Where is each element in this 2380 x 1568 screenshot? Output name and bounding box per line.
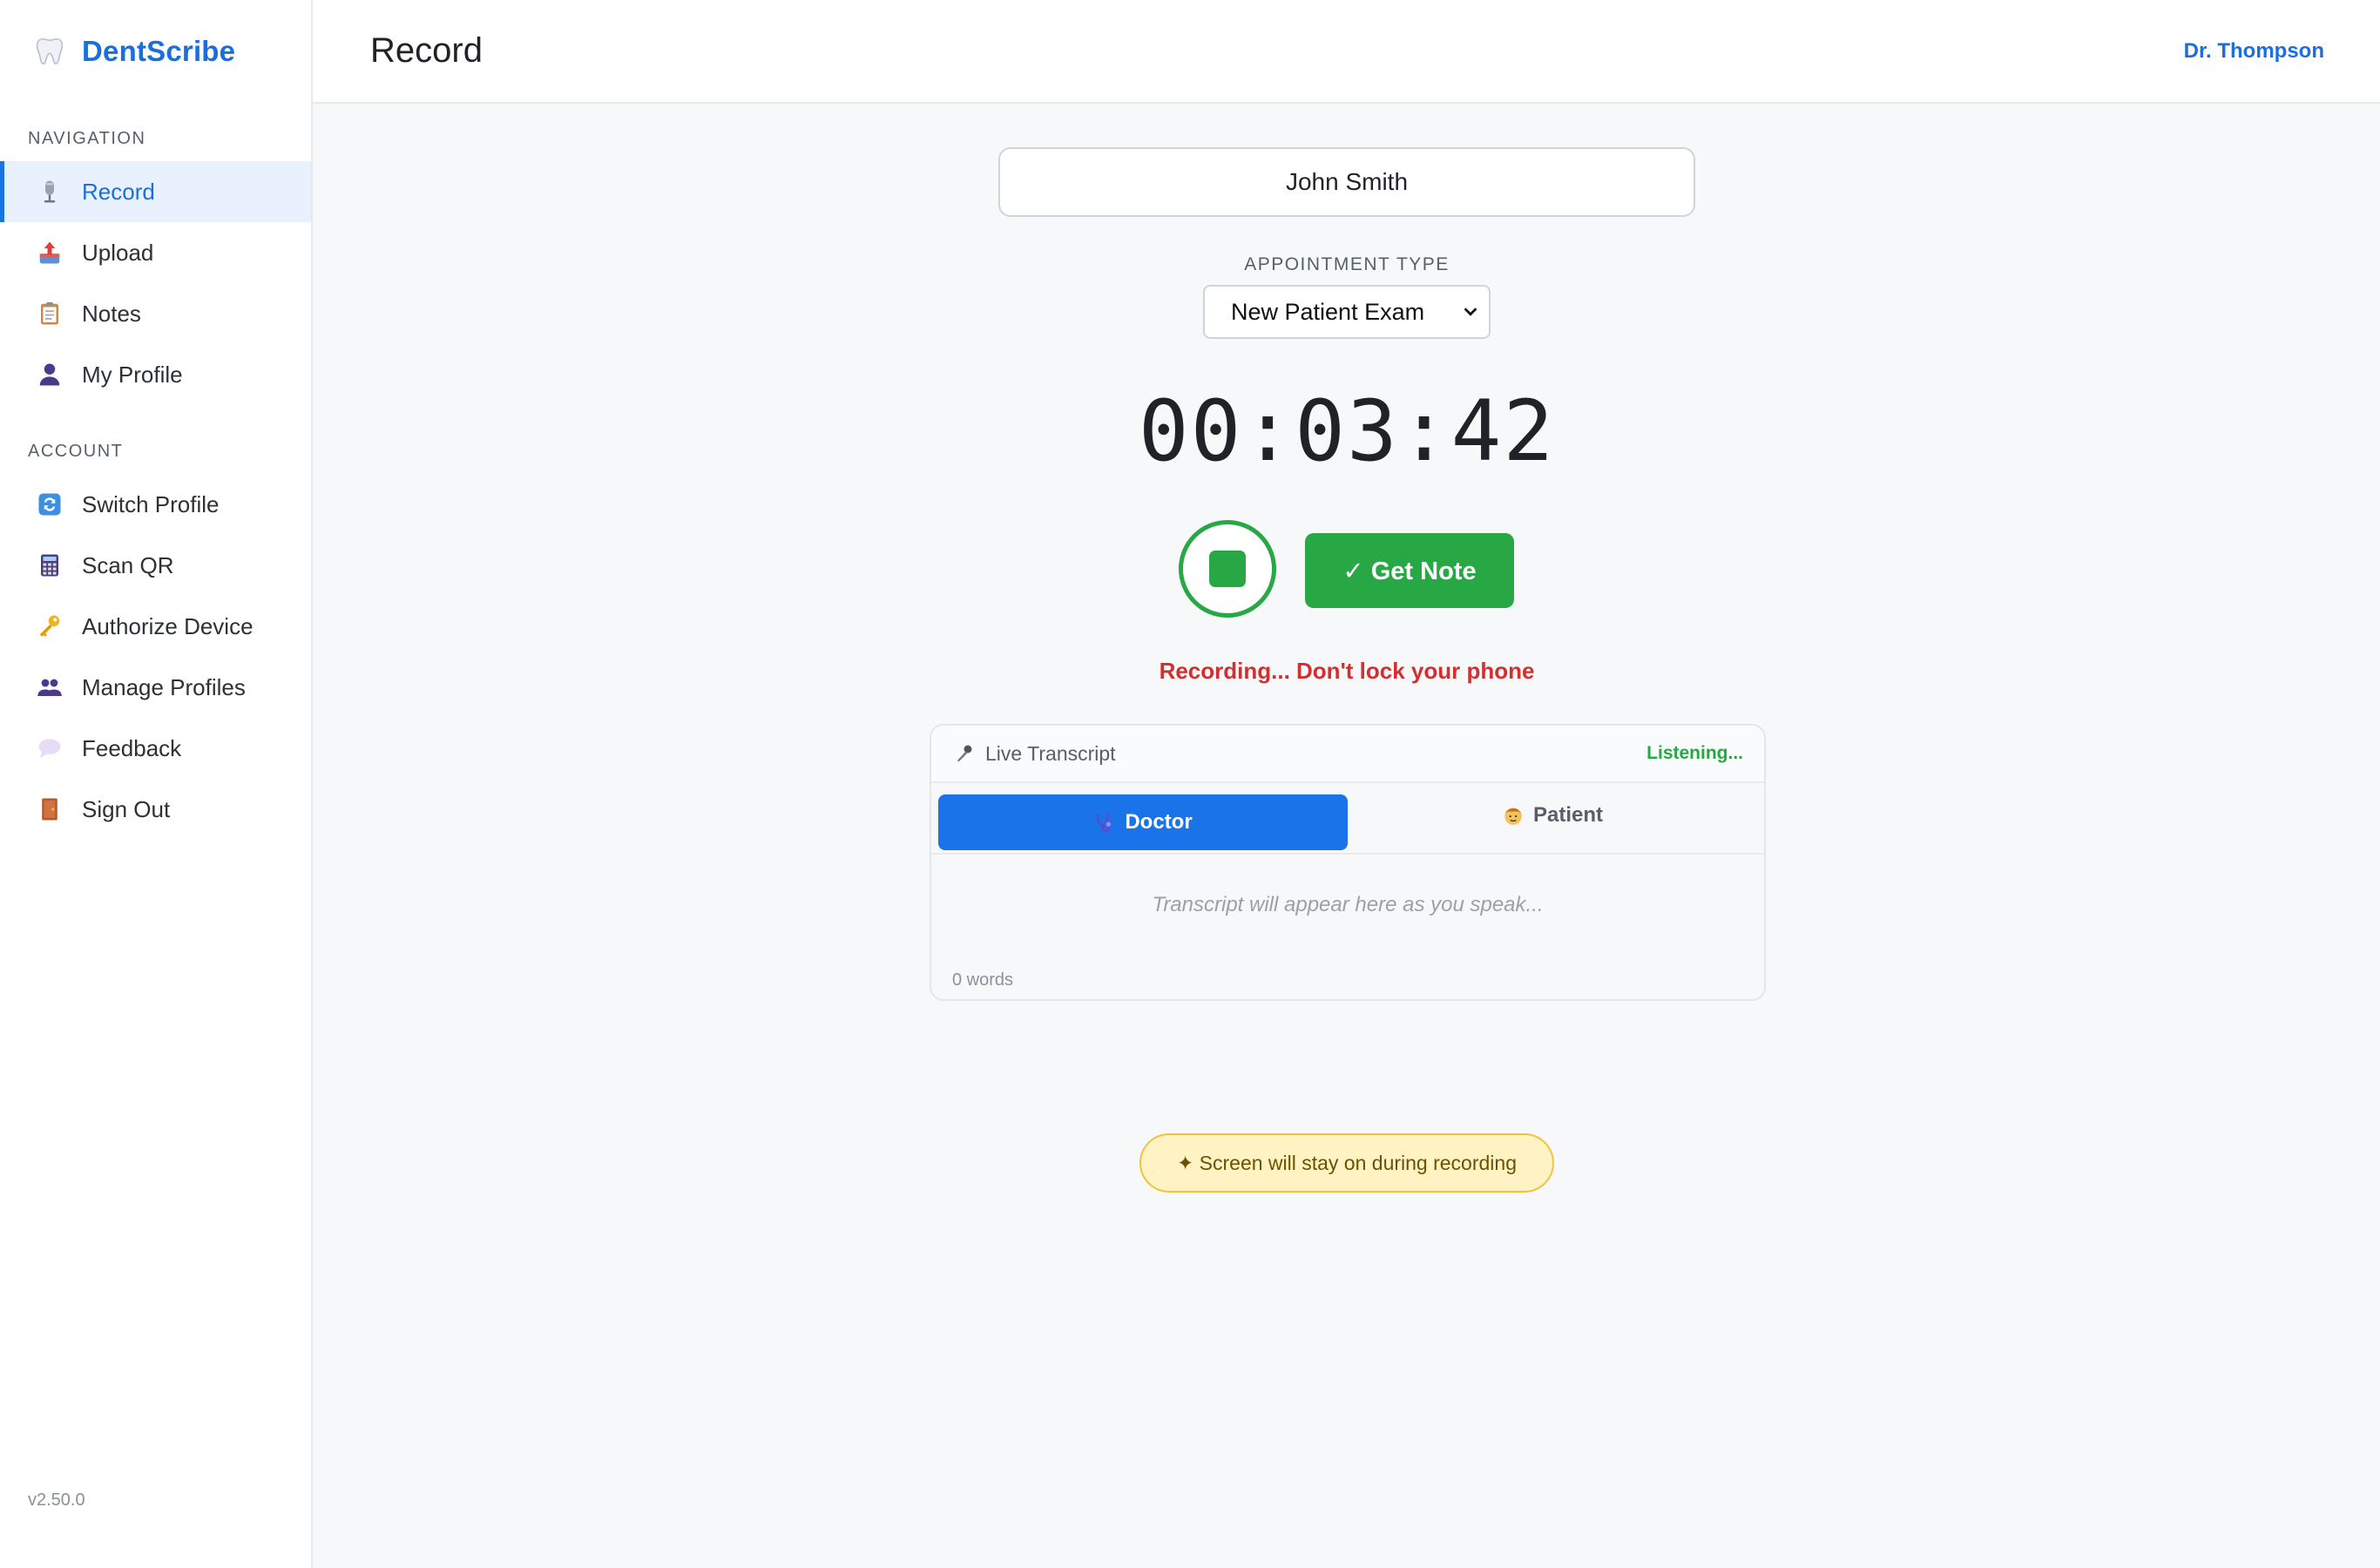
sidebar-item-label: Feedback xyxy=(82,734,182,761)
sidebar: DentScribe NAVIGATION Record Upload Note… xyxy=(0,0,313,1568)
recording-timer: 00:03:42 xyxy=(1138,382,1556,480)
calculator-icon xyxy=(41,554,58,577)
live-transcript-panel: Live Transcript Listening... Doctor Pati… xyxy=(930,724,1766,1001)
record-panel: APPOINTMENT TYPE New Patient Exam 00:03:… xyxy=(313,104,2380,1568)
stop-recording-button[interactable] xyxy=(1179,520,1276,618)
sidebar-item-sign-out[interactable]: Sign Out xyxy=(0,779,311,840)
sidebar-item-switch-profile[interactable]: Switch Profile xyxy=(0,474,311,535)
upload-icon xyxy=(39,241,60,264)
sidebar-item-manage-profiles[interactable]: Manage Profiles xyxy=(0,657,311,718)
get-note-button[interactable]: ✓ Get Note xyxy=(1305,533,1514,608)
section-label-navigation: NAVIGATION xyxy=(28,129,146,148)
microphone-icon xyxy=(44,180,56,203)
sidebar-item-label: Record xyxy=(82,178,155,205)
top-bar: Record Dr. Thompson xyxy=(313,0,2380,104)
sidebar-item-upload[interactable]: Upload xyxy=(0,222,311,283)
door-icon xyxy=(42,798,57,821)
sidebar-item-label: Switch Profile xyxy=(82,490,220,517)
clipboard-icon xyxy=(41,301,58,325)
main-area: Record Dr. Thompson APPOINTMENT TYPE New… xyxy=(313,0,2380,1568)
tooth-icon xyxy=(36,37,64,65)
brand[interactable]: DentScribe xyxy=(0,0,311,103)
sidebar-item-label: Notes xyxy=(82,300,141,327)
person-icon xyxy=(39,363,60,386)
transcript-title: Live Transcript xyxy=(954,742,1116,766)
transcript-header: Live Transcript Listening... xyxy=(931,726,1764,783)
appointment-type-value: New Patient Exam xyxy=(1231,298,1425,325)
page-title: Record xyxy=(370,31,483,70)
stethoscope-icon xyxy=(1097,814,1112,833)
speaker-patient-label: Patient xyxy=(1532,803,1603,827)
sidebar-item-label: My Profile xyxy=(82,361,183,388)
brand-name: DentScribe xyxy=(82,35,236,67)
chevron-down-icon xyxy=(1464,308,1477,316)
speaker-doctor-label: Doctor xyxy=(1125,810,1193,834)
recording-status: Recording... Don't lock your phone xyxy=(1159,658,1535,684)
user-name-link[interactable]: Dr. Thompson xyxy=(2184,39,2324,64)
transcript-body: Transcript will appear here as you speak… xyxy=(1152,892,1544,916)
microphone-icon xyxy=(957,745,972,762)
people-icon xyxy=(37,679,62,696)
appointment-type-label: APPOINTMENT TYPE xyxy=(1244,254,1450,274)
sidebar-item-my-profile[interactable]: My Profile xyxy=(0,344,311,405)
sidebar-item-label: Sign Out xyxy=(82,795,171,822)
speaker-patient-button[interactable]: Patient xyxy=(1348,787,1757,843)
listening-status: Listening... xyxy=(1646,743,1743,763)
screen-wake-notice: ✦ Screen will stay on during recording xyxy=(1139,1133,1554,1193)
patient-name-input[interactable] xyxy=(998,147,1695,217)
sidebar-item-label: Upload xyxy=(82,239,154,266)
key-icon xyxy=(39,615,60,637)
sidebar-item-feedback[interactable]: Feedback xyxy=(0,718,311,779)
switch-icon xyxy=(38,493,61,516)
appointment-type-select[interactable]: New Patient Exam xyxy=(1203,285,1491,339)
person-face-icon xyxy=(1504,808,1522,825)
sidebar-item-label: Authorize Device xyxy=(82,612,254,639)
transcript-title-text: Live Transcript xyxy=(985,741,1116,765)
speaker-doctor-button[interactable]: Doctor xyxy=(938,794,1348,850)
sidebar-item-label: Scan QR xyxy=(82,551,174,578)
sidebar-item-scan-qr[interactable]: Scan QR xyxy=(0,535,311,596)
sidebar-item-notes[interactable]: Notes xyxy=(0,283,311,344)
sidebar-item-authorize-device[interactable]: Authorize Device xyxy=(0,596,311,657)
stop-icon xyxy=(1209,551,1246,587)
sidebar-item-label: Manage Profiles xyxy=(82,673,246,700)
section-label-account: ACCOUNT xyxy=(28,442,124,461)
word-count: 0 words xyxy=(952,970,1014,990)
app-version: v2.50.0 xyxy=(28,1490,85,1510)
app-root: DentScribe NAVIGATION Record Upload Note… xyxy=(0,0,2380,1568)
speaker-selector: Doctor Patient xyxy=(931,783,1764,855)
speech-bubble-icon xyxy=(38,739,61,759)
sidebar-item-record[interactable]: Record xyxy=(0,161,311,222)
